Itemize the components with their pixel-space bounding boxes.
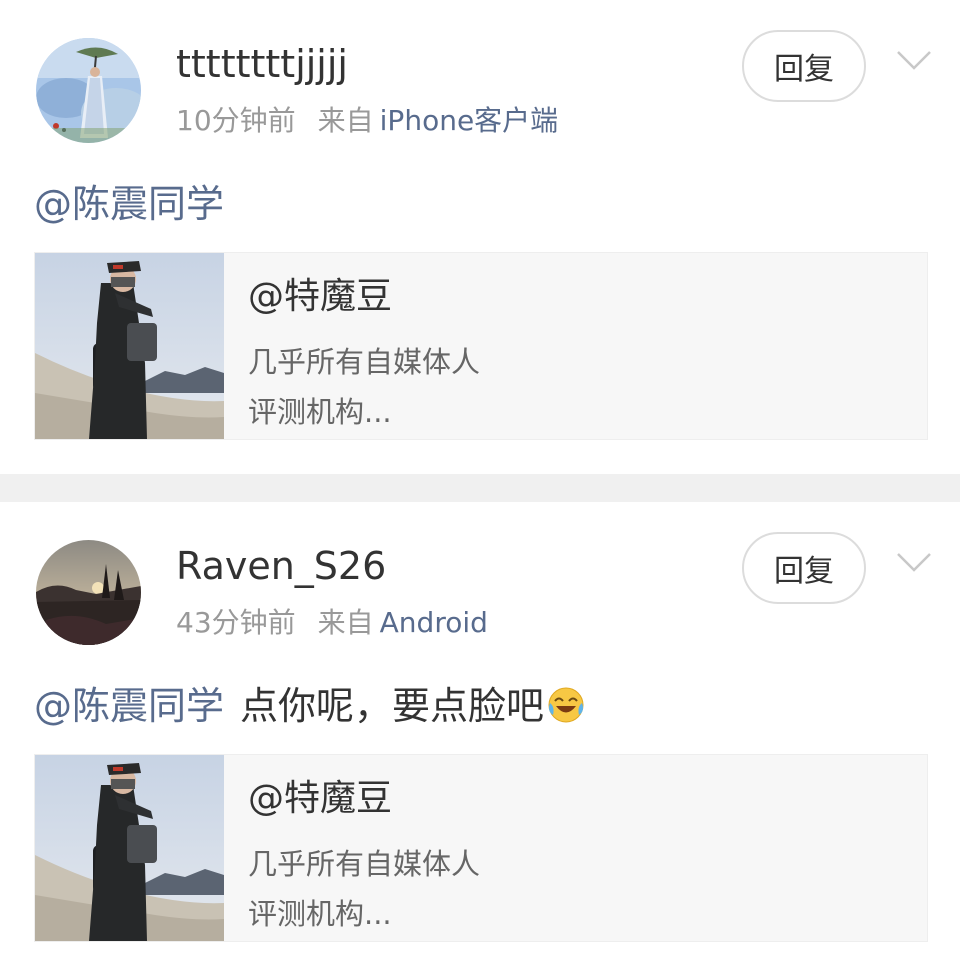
card-description: 几乎所有自媒体人 评测机构...	[248, 839, 480, 939]
timestamp: 43分钟前	[176, 606, 296, 639]
card-thumbnail	[35, 253, 224, 439]
avatar[interactable]	[36, 38, 141, 143]
source-link[interactable]: Android	[380, 606, 488, 639]
comment-meta: 43分钟前 来自 Android	[176, 601, 488, 645]
avatar-image	[36, 540, 141, 645]
source-label: 来自	[317, 606, 374, 639]
chevron-down-icon[interactable]	[896, 550, 932, 574]
mention-link[interactable]: @陈震同学	[34, 182, 224, 226]
source-label: 来自	[317, 104, 374, 137]
card-desc-line: 几乎所有自媒体人	[248, 847, 481, 881]
username[interactable]: Raven_S26	[176, 540, 386, 592]
link-card[interactable]: @特魔豆 几乎所有自媒体人 评测机构...	[34, 754, 928, 942]
comment-item: Raven_S26 43分钟前 来自 Android 回复 @陈震同学 点你呢，要点脸…	[0, 502, 960, 973]
card-desc-line: 几乎所有自媒体人	[248, 345, 481, 379]
card-title: @特魔豆	[248, 276, 393, 317]
chevron-down-icon[interactable]	[896, 48, 932, 72]
comment-item: ttttttttjjjjj 10分钟前 来自 iPhone客户端 回复 @陈震同学	[0, 0, 960, 474]
link-card[interactable]: @特魔豆 几乎所有自媒体人 评测机构...	[34, 252, 928, 440]
mention-link[interactable]: @陈震同学	[34, 684, 224, 728]
card-description: 几乎所有自媒体人 评测机构...	[248, 337, 480, 437]
card-desc-line: 评测机构...	[248, 897, 392, 931]
comment-text: @陈震同学 点你呢，要点脸吧	[34, 678, 586, 740]
avatar-image	[36, 38, 141, 143]
reply-button[interactable]: 回复	[742, 30, 866, 102]
timestamp: 10分钟前	[176, 104, 296, 137]
comment-feed: ttttttttjjjjj 10分钟前 来自 iPhone客户端 回复 @陈震同学	[0, 0, 960, 973]
section-divider	[0, 474, 960, 502]
comment-meta: 10分钟前 来自 iPhone客户端	[176, 99, 558, 143]
card-desc-line: 评测机构...	[248, 395, 392, 429]
source-link[interactable]: iPhone客户端	[380, 104, 559, 137]
reply-button[interactable]: 回复	[742, 532, 866, 604]
username[interactable]: ttttttttjjjjj	[176, 38, 348, 90]
comment-text: @陈震同学	[34, 176, 224, 232]
card-thumbnail	[35, 755, 224, 941]
laughing-crying-emoji-icon	[546, 684, 586, 740]
comment-body: 点你呢，要点脸吧	[240, 684, 545, 728]
avatar[interactable]	[36, 540, 141, 645]
card-title: @特魔豆	[248, 778, 393, 819]
